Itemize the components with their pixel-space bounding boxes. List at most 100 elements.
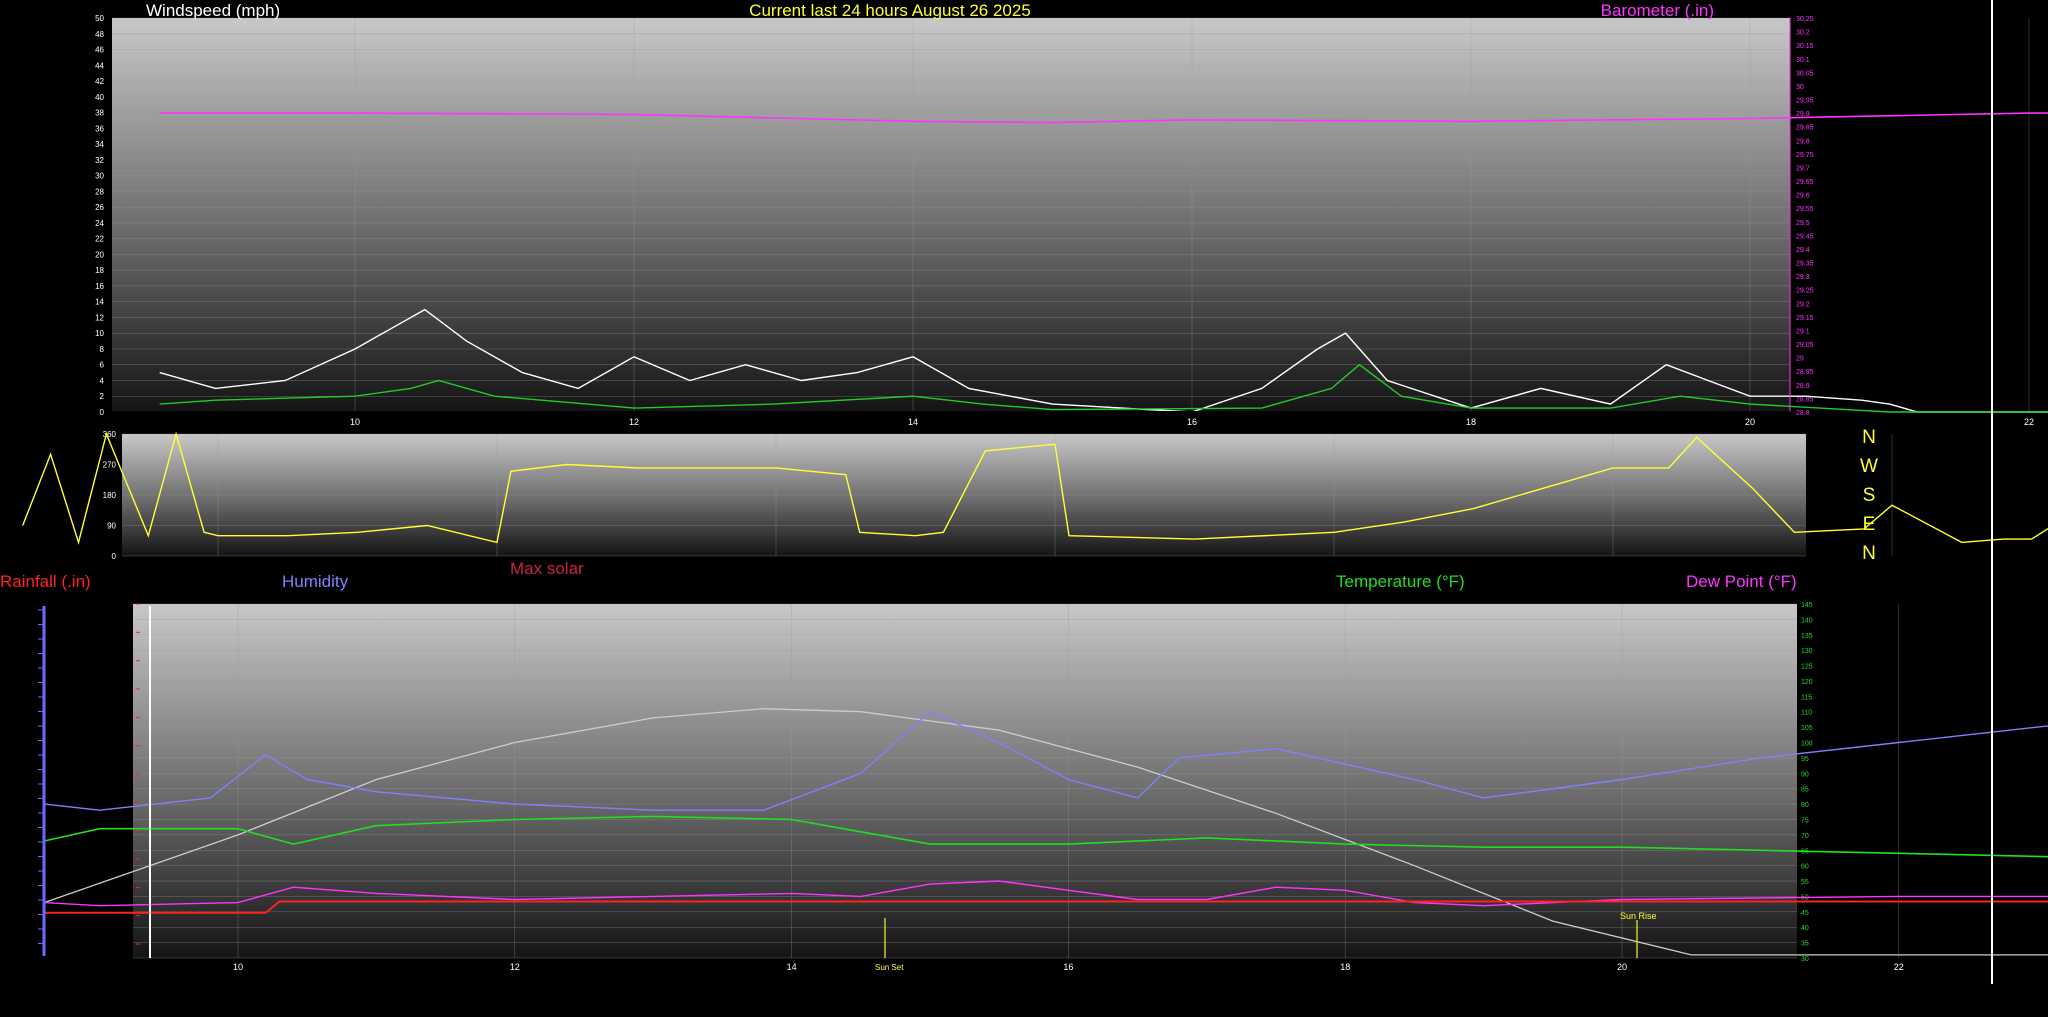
barometer-y-tick-label: 30 (1796, 84, 1804, 91)
wind-y-tick-label: 0 (100, 408, 105, 417)
temp-x-tick-label: 10 (233, 962, 243, 972)
barometer-axis-title: Barometer (.in) (1601, 1, 1714, 20)
wind-y-tick-label: 18 (95, 266, 104, 275)
temp-y-tick-label: 55 (1801, 879, 1809, 886)
wind-x-tick-label: 20 (1745, 417, 1755, 427)
temp-y-tick-label: 115 (1801, 694, 1812, 701)
barometer-y-tick-label: 29.2 (1796, 301, 1810, 308)
temp-y-tick-label: 140 (1801, 617, 1813, 624)
temp-humidity-plot-area (133, 604, 1797, 958)
wind-x-tick-label: 14 (908, 417, 918, 427)
wind-y-tick-label: 14 (95, 298, 104, 307)
compass-n-bottom: N (1862, 543, 1876, 564)
wind-y-tick-label: 30 (95, 172, 104, 181)
barometer-y-tick-label: 29.95 (1796, 98, 1814, 105)
temp-y-tick-label: 70 (1801, 833, 1809, 840)
wind-y-tick-label: 48 (95, 30, 104, 39)
barometer-y-tick-label: 29.25 (1796, 288, 1814, 295)
barometer-y-tick-label: 29.65 (1796, 179, 1814, 186)
barometer-y-tick-label: 29.1 (1796, 328, 1810, 335)
barometer-y-tick-label: 29.55 (1796, 206, 1814, 213)
barometer-y-tick-label: 30.1 (1796, 57, 1810, 64)
barometer-y-tick-label: 29.3 (1796, 274, 1810, 281)
temp-y-tick-label: 40 (1801, 925, 1809, 932)
barometer-y-tick-label: 28.95 (1796, 369, 1814, 376)
temp-x-tick-label: 22 (1894, 962, 1904, 972)
wind-y-tick-label: 2 (100, 392, 105, 401)
barometer-y-tick-label: 28.9 (1796, 383, 1810, 390)
wind-y-tick-label: 36 (95, 124, 104, 133)
barometer-y-tick-label: 29.05 (1796, 342, 1814, 349)
compass-w: W (1860, 456, 1878, 477)
direction-y-tick-label: 0 (112, 552, 117, 561)
compass-e: E (1863, 514, 1876, 535)
temp-y-tick-label: 110 (1801, 710, 1812, 717)
temp-x-tick-label: 18 (1340, 962, 1350, 972)
temp-y-tick-label: 35 (1801, 941, 1809, 948)
temp-y-tick-label: 145 (1801, 602, 1813, 609)
temp-y-tick-label: 120 (1801, 679, 1813, 686)
barometer-y-tick-label: 29 (1796, 356, 1804, 363)
temp-y-tick-label: 90 (1801, 771, 1809, 778)
wind-y-tick-label: 12 (95, 313, 104, 322)
wind-y-tick-label: 44 (95, 61, 104, 70)
wind-x-tick-label: 18 (1466, 417, 1476, 427)
temp-x-tick-label: 12 (510, 962, 520, 972)
temperature-axis-title: Temperature (°F) (1336, 572, 1465, 591)
frame-right-border (1991, 0, 1993, 984)
barometer-y-tick-label: 29.85 (1796, 125, 1814, 132)
wind-y-tick-label: 20 (95, 250, 104, 259)
weather-graph: 0246810121416182022242628303234363840424… (0, 0, 2048, 1017)
direction-y-tick-label: 180 (103, 491, 117, 500)
wind-y-tick-label: 28 (95, 187, 104, 196)
barometer-y-tick-label: 29.7 (1796, 165, 1810, 172)
wind-y-tick-label: 24 (95, 219, 104, 228)
wind-barometer-plot-area (112, 18, 1790, 412)
wind-x-tick-label: 12 (629, 417, 639, 427)
wind-x-tick-label: 16 (1187, 417, 1197, 427)
temp-y-tick-label: 135 (1801, 633, 1813, 640)
temp-y-tick-label: 80 (1801, 802, 1809, 809)
compass-n-top: N (1862, 427, 1876, 448)
sunset-label: Sun Set (875, 963, 904, 972)
barometer-y-tick-label: 29.8 (1796, 138, 1810, 145)
wind-y-tick-label: 42 (95, 77, 104, 86)
wind-y-tick-label: 4 (100, 376, 105, 385)
wind-x-tick-label: 22 (2024, 417, 2034, 427)
max-solar-label: Max solar (510, 559, 584, 578)
barometer-y-tick-label: 28.85 (1796, 396, 1814, 403)
wind-y-tick-label: 34 (95, 140, 104, 149)
chart-title: Current last 24 hours August 26 2025 (749, 1, 1031, 20)
wind-y-tick-label: 40 (95, 93, 104, 102)
wind-y-tick-label: 26 (95, 203, 104, 212)
temp-y-tick-label: 130 (1801, 648, 1813, 655)
temp-y-tick-label: 85 (1801, 787, 1809, 794)
wind-x-tick-label: 10 (350, 417, 360, 427)
wind-y-tick-label: 32 (95, 156, 104, 165)
temp-x-tick-label: 20 (1617, 962, 1627, 972)
dew-point-axis-title: Dew Point (°F) (1686, 572, 1797, 591)
barometer-y-tick-label: 29.4 (1796, 247, 1810, 254)
sunrise-label: Sun Rise (1620, 911, 1657, 921)
barometer-y-tick-label: 30.05 (1796, 70, 1814, 77)
wind-y-tick-label: 16 (95, 282, 104, 291)
windspeed-axis-title: Windspeed (mph) (146, 1, 280, 20)
temp-y-tick-label: 60 (1801, 864, 1809, 871)
wind-y-tick-label: 8 (100, 345, 105, 354)
temp-x-tick-label: 16 (1063, 962, 1073, 972)
barometer-y-tick-label: 29.35 (1796, 261, 1814, 268)
barometer-y-tick-label: 29.6 (1796, 193, 1810, 200)
compass-s: S (1863, 485, 1876, 506)
temp-y-tick-label: 125 (1801, 664, 1813, 671)
barometer-y-tick-label: 30.2 (1796, 30, 1810, 37)
humidity-axis-title: Humidity (282, 572, 349, 591)
wind-y-tick-label: 50 (95, 14, 104, 23)
barometer-y-tick-label: 29.15 (1796, 315, 1814, 322)
barometer-y-tick-label: 29.45 (1796, 233, 1814, 240)
direction-y-tick-label: 360 (103, 430, 117, 439)
wind-y-tick-label: 22 (95, 235, 104, 244)
temp-y-tick-label: 75 (1801, 817, 1809, 824)
wind-y-tick-label: 38 (95, 109, 104, 118)
direction-y-tick-label: 90 (107, 522, 116, 531)
compass-labels: N W S E N (1860, 427, 1878, 564)
